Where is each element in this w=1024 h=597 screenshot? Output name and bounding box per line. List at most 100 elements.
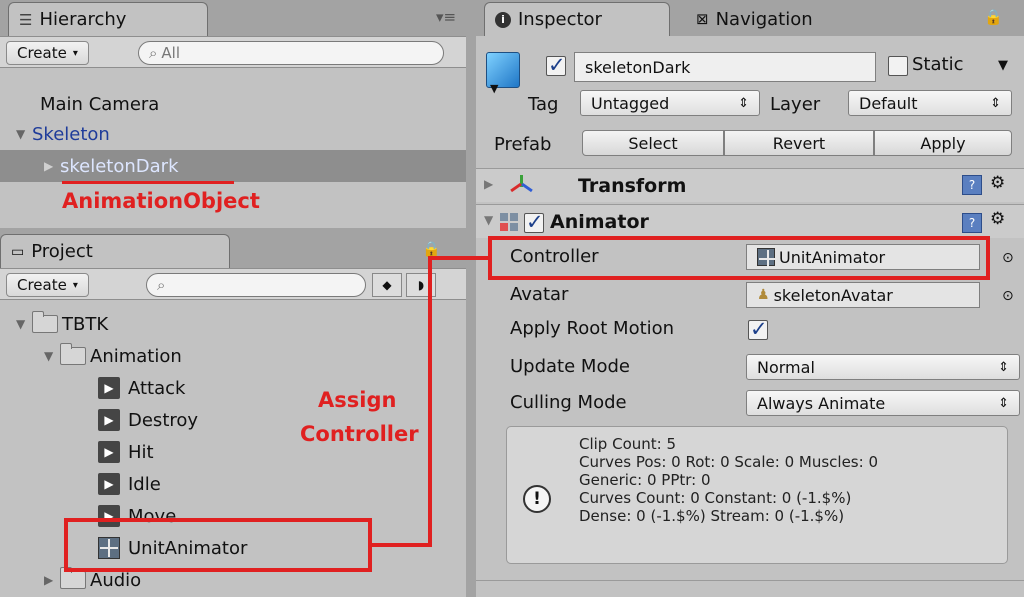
tab-navigation[interactable]: ⊠ Navigation	[686, 2, 886, 36]
annotation-underline	[62, 181, 234, 184]
prefab-select-label: Select	[628, 133, 678, 153]
icon-dropdown-arrow[interactable]: ▼	[490, 82, 498, 95]
collapse-arrow-icon[interactable]: ▶	[44, 159, 60, 173]
prefab-apply-label: Apply	[920, 133, 966, 153]
collapse-arrow-icon[interactable]: ▶	[44, 573, 60, 587]
collapse-arrow-icon[interactable]: ▶	[484, 177, 493, 191]
culling-mode-value: Always Animate	[757, 393, 886, 413]
update-mode-value: Normal	[757, 357, 815, 377]
update-mode-label: Update Mode	[510, 356, 630, 377]
tag-dropdown[interactable]: Untagged ⇕	[580, 90, 760, 116]
avatar-label: Avatar	[510, 284, 569, 305]
avatar-icon: ♟	[757, 287, 770, 303]
project-toolbar: Create ▾ ⌕ ◆ ◗	[0, 268, 466, 300]
list-item-label: Attack	[128, 377, 186, 399]
static-dropdown-arrow-icon[interactable]: ▼	[998, 58, 1008, 73]
annotation-connector-h1	[372, 543, 432, 547]
hierarchy-item-skeletondark[interactable]: ▶ skeletonDark	[0, 150, 466, 182]
exclamation-icon: !	[523, 485, 551, 513]
transform-component-header[interactable]: ▶ Transform ? ⚙	[476, 168, 1024, 202]
apply-root-motion-checkbox[interactable]	[748, 317, 768, 341]
expand-arrow-icon[interactable]: ▼	[16, 127, 32, 141]
hierarchy-item-main-camera[interactable]: Main Camera	[0, 88, 466, 120]
transform-label: Transform	[578, 175, 687, 197]
annotation-connector-v	[428, 256, 432, 547]
lock-icon[interactable]: 🔒	[984, 8, 1003, 26]
folder-icon: ▭	[11, 243, 25, 260]
folder-icon	[60, 567, 86, 589]
info-text: Clip Count: 5 Curves Pos: 0 Rot: 0 Scale…	[579, 435, 878, 525]
annotation-assign: Assign	[318, 388, 397, 412]
apply-root-motion-label: Apply Root Motion	[510, 318, 675, 339]
annotation-box-controller	[488, 236, 990, 280]
list-item-label: Main Camera	[40, 93, 160, 115]
project-search-input[interactable]: ⌕	[146, 273, 366, 297]
gear-icon[interactable]: ⚙	[990, 209, 1005, 229]
panel-menu-icon[interactable]: ▾≡	[436, 8, 456, 26]
list-item-label: skeletonDark	[60, 155, 179, 177]
project-clip-idle[interactable]: ▶ Idle	[0, 468, 466, 500]
prefab-revert-button[interactable]: Revert	[724, 130, 874, 156]
transform-axes-icon	[508, 173, 534, 199]
project-tabbar: ▭ Project 🔒	[0, 232, 466, 268]
expand-arrow-icon[interactable]: ▼	[16, 317, 32, 331]
static-checkbox[interactable]	[888, 56, 908, 76]
prefab-revert-label: Revert	[772, 133, 826, 153]
updown-arrow-icon: ⇕	[990, 95, 1001, 111]
animation-clip-icon: ▶	[98, 473, 120, 495]
project-folder-animation[interactable]: ▼ Animation	[0, 340, 466, 372]
updown-arrow-icon: ⇕	[998, 395, 1009, 411]
avatar-value: skeletonAvatar	[773, 285, 893, 305]
culling-mode-dropdown[interactable]: Always Animate ⇕	[746, 390, 1020, 416]
animator-component-header[interactable]: ▼ Animator ? ⚙	[476, 204, 1024, 238]
object-picker-icon[interactable]: ⊙	[1002, 288, 1014, 304]
active-checkbox[interactable]	[546, 53, 566, 77]
animation-clip-icon: ▶	[98, 441, 120, 463]
divider	[476, 580, 1024, 581]
tag-label: Tag	[528, 94, 559, 115]
animator-enabled-checkbox[interactable]	[524, 210, 544, 234]
search-placeholder: All	[161, 44, 181, 62]
annotation-animation-object: AnimationObject	[62, 189, 260, 213]
expand-arrow-icon[interactable]: ▼	[484, 213, 493, 227]
tab-project-label: Project	[31, 241, 93, 262]
prefab-label: Prefab	[494, 134, 552, 155]
help-icon[interactable]: ?	[962, 175, 982, 195]
layer-label: Layer	[770, 94, 821, 115]
hierarchy-item-skeleton[interactable]: ▼ Skeleton	[0, 118, 466, 150]
create-label: Create	[17, 276, 67, 294]
tab-hierarchy[interactable]: ☰ Hierarchy	[8, 2, 208, 36]
filter-by-type-icon[interactable]: ◆	[372, 273, 402, 297]
gear-icon[interactable]: ⚙	[990, 173, 1005, 193]
info-line: Curves Count: 0 Constant: 0 (-1.$%)	[579, 489, 852, 507]
annotation-controller: Controller	[300, 422, 419, 446]
prefab-select-button[interactable]: Select	[582, 130, 724, 156]
list-item-label: TBTK	[62, 313, 109, 335]
help-icon[interactable]: ?	[962, 213, 982, 233]
object-picker-icon[interactable]: ⊙	[1002, 250, 1014, 266]
chevron-down-icon: ▾	[72, 47, 78, 59]
project-folder-tbtk[interactable]: ▼ TBTK	[0, 308, 466, 340]
update-mode-dropdown[interactable]: Normal ⇕	[746, 354, 1020, 380]
tab-inspector[interactable]: i Inspector	[484, 2, 670, 36]
list-item-label: Audio	[90, 569, 142, 591]
object-name-value: skeletonDark	[585, 57, 691, 77]
project-create-button[interactable]: Create ▾	[6, 273, 89, 297]
hierarchy-tabbar: ☰ Hierarchy ▾≡	[0, 0, 466, 36]
hierarchy-create-button[interactable]: Create ▾	[6, 41, 89, 65]
hierarchy-search-input[interactable]: ⌕ All	[138, 41, 444, 65]
tab-inspector-label: Inspector	[518, 9, 602, 30]
prefab-apply-button[interactable]: Apply	[874, 130, 1012, 156]
folder-icon	[32, 311, 58, 333]
layer-dropdown[interactable]: Default ⇕	[848, 90, 1012, 116]
hierarchy-toolbar: Create ▾ ⌕ All	[0, 36, 466, 68]
updown-arrow-icon: ⇕	[998, 359, 1009, 375]
tab-hierarchy-label: Hierarchy	[39, 9, 127, 30]
search-icon: ⌕	[149, 44, 158, 62]
expand-arrow-icon[interactable]: ▼	[44, 349, 60, 363]
object-name-field[interactable]: skeletonDark	[574, 52, 876, 82]
animation-clip-icon: ▶	[98, 377, 120, 399]
tab-project[interactable]: ▭ Project	[0, 234, 230, 268]
layer-value: Default	[859, 93, 918, 113]
avatar-field[interactable]: ♟ skeletonAvatar	[746, 282, 980, 308]
